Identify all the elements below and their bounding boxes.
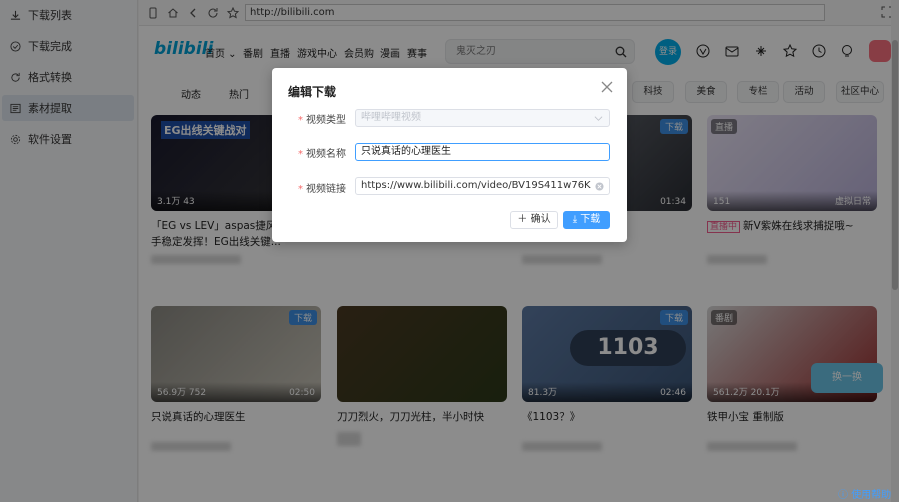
confirm-button[interactable]: ＋ 确认 xyxy=(510,211,558,229)
confirm-label: 确认 xyxy=(530,214,551,225)
plus-icon: ＋ xyxy=(517,214,531,225)
video-link-label: * 视频链接 xyxy=(298,184,346,195)
download-label: 下载 xyxy=(580,214,601,225)
app-root: 下载列表 下载完成 格式转换 素材提取 软件设置 http://bilibili… xyxy=(0,0,899,502)
video-type-select[interactable]: 哔哩哔哩视频 xyxy=(355,109,610,127)
video-name-label: * 视频名称 xyxy=(298,149,346,160)
close-icon[interactable] xyxy=(601,81,613,93)
video-type-label: * 视频类型 xyxy=(298,115,346,126)
video-link-value: https://www.bilibili.com/video/BV19S411w… xyxy=(361,180,591,191)
question-icon: ⓘ xyxy=(838,490,852,501)
video-name-input[interactable]: 只说真话的心理医生 xyxy=(355,143,610,161)
video-link-label-text: 视频链接 xyxy=(306,184,346,195)
chevron-down-icon xyxy=(594,116,603,121)
help-label: 使用帮助 xyxy=(851,490,892,501)
dialog-title: 编辑下载 xyxy=(288,85,337,99)
edit-download-dialog: 编辑下载 * 视频类型 哔哩哔哩视频 * 视频名称 只说真话的心理医生 * 视频链接 … xyxy=(272,68,627,242)
video-type-value: 哔哩哔哩视频 xyxy=(361,112,421,123)
clear-icon[interactable] xyxy=(595,182,604,191)
download-button[interactable]: ⤓ 下载 xyxy=(563,211,610,229)
video-link-input[interactable]: https://www.bilibili.com/video/BV19S411w… xyxy=(355,177,610,195)
help-link[interactable]: ⓘ 使用帮助 xyxy=(838,486,891,501)
video-type-label-text: 视频类型 xyxy=(306,115,346,126)
video-name-label-text: 视频名称 xyxy=(306,149,346,160)
